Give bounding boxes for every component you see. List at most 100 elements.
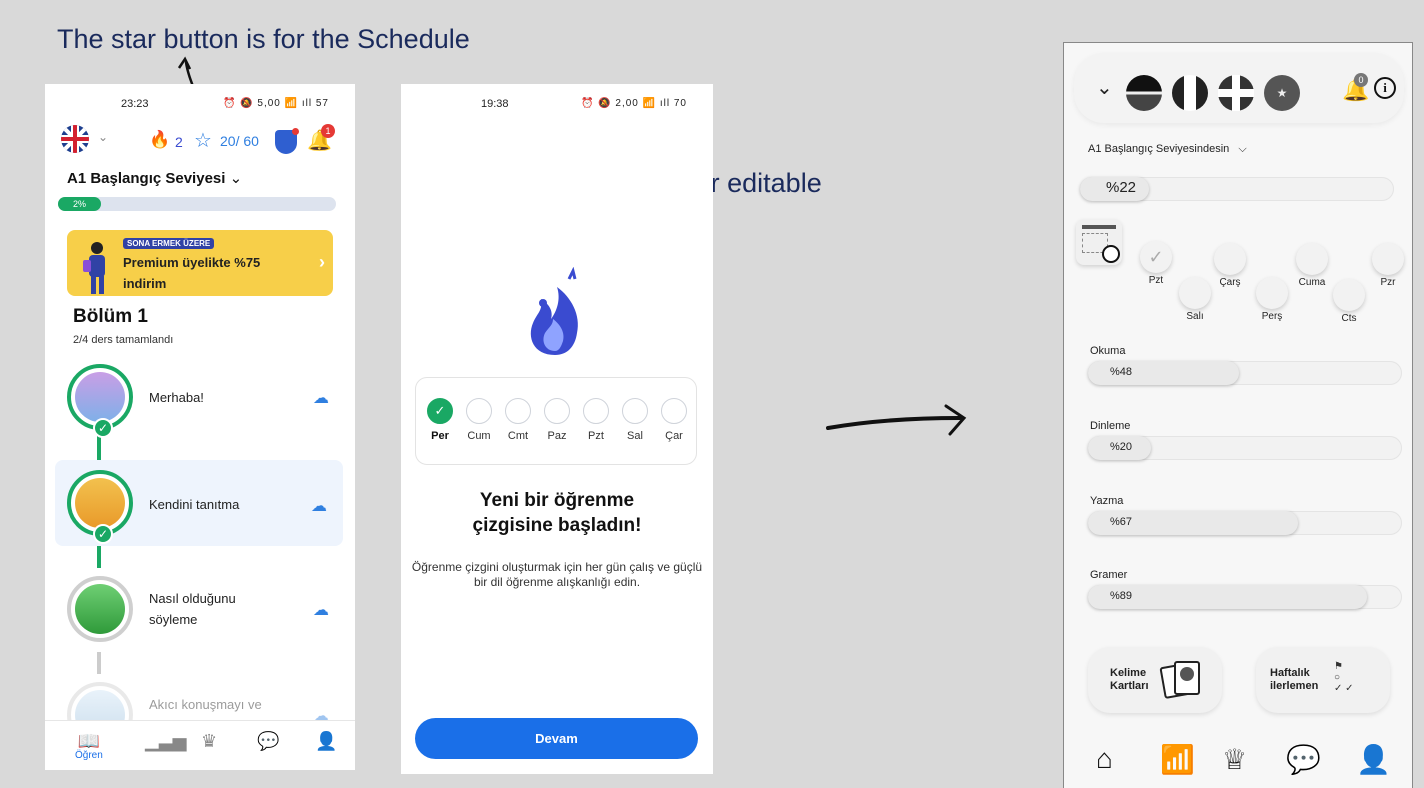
skill-progress-value: %48: [1110, 366, 1133, 378]
france-flag-icon[interactable]: [1172, 75, 1208, 111]
day-label: Cts: [1341, 313, 1357, 324]
cloud-download-icon[interactable]: ☁: [313, 388, 329, 408]
info-icon[interactable]: i: [1374, 77, 1396, 99]
day-item-pers: Perş: [1256, 277, 1288, 322]
day-label: Cmt: [507, 430, 529, 442]
cloud-download-icon[interactable]: ☁: [311, 496, 327, 516]
route-flag-icon: ⚑ ○ ✓ ✓: [1334, 661, 1354, 694]
day-label: Sal: [627, 430, 643, 442]
lesson-item[interactable]: Nasıl olduğunu söyleme ☁: [45, 574, 355, 652]
day-item-cts: Cts: [1333, 279, 1365, 324]
phone-screen-redesign: ⌄ ★ 🔔 0 i A1 Başlangıç Seviyesindesin ⌵ …: [1063, 42, 1413, 788]
lesson-name: Nasıl olduğunu söyleme: [149, 591, 236, 627]
weekly-progress-button[interactable]: Haftalık ilerlemen ⚑ ○ ✓ ✓: [1256, 647, 1390, 713]
status-time: 19:38: [481, 98, 509, 110]
day-item: ✓ Per: [426, 398, 454, 442]
level-title-row[interactable]: A1 Başlangıç Seviyesindesin ⌵: [1088, 143, 1247, 156]
chat-icon[interactable]: 💬: [1286, 743, 1321, 776]
chevron-down-icon: ⌵: [1238, 143, 1247, 155]
skill-progress-bar: %67: [1088, 511, 1402, 535]
day-item-cars: Çarş: [1214, 243, 1246, 288]
continue-button[interactable]: Devam: [415, 718, 698, 759]
day-label: Pzr: [1380, 277, 1396, 288]
day-item: Paz: [543, 398, 571, 442]
growth-chart-icon[interactable]: 📶: [1160, 743, 1195, 776]
phone-screen-streak: 19:38 ⏰ 🔕 2,00 📶 ıll 70 ✓ Per Cum Cmt Paz…: [401, 84, 713, 774]
phone-screen-home: 23:23 ⏰ 🔕 5,00 📶 ıll 57 ⌄ 🔥 2 ☆ 20/ 60 🔔…: [45, 84, 355, 770]
promo-badge: SONA ERMEK ÜZERE: [123, 238, 215, 249]
stats-icon[interactable]: ▁▃▅: [145, 731, 187, 752]
lesson-avatar: ✓: [67, 364, 133, 438]
day-label: Per: [431, 430, 449, 442]
day-label: Salı: [1186, 311, 1204, 322]
home-icon[interactable]: ⌂: [1096, 743, 1113, 775]
day-label: Cuma: [1298, 277, 1326, 288]
level-title: A1 Başlangıç Seviyesi: [67, 170, 226, 187]
chevron-down-icon[interactable]: ⌄: [1096, 75, 1113, 100]
word-cards-label: Kelime Kartları: [1110, 667, 1149, 692]
lesson-name: Merhaba!: [149, 390, 204, 405]
level-title-row[interactable]: A1 Başlangıç Seviyesi ⌄: [67, 169, 242, 187]
weekly-progress-label: Haftalık ilerlemen: [1270, 667, 1319, 692]
lesson-item[interactable]: ✓ Merhaba! ☁: [45, 362, 355, 438]
lesson-item[interactable]: Akıcı konuşmayı ve ☁: [45, 680, 355, 748]
section-subtitle: 2/4 ders tamamlandı: [73, 334, 174, 346]
streak-count: 2: [175, 134, 183, 150]
nav-learn-label: Öğren: [75, 750, 103, 761]
check-icon: ✓: [427, 398, 453, 424]
check-icon: ✓: [93, 418, 113, 438]
day-label: Paz: [547, 430, 567, 442]
star-schedule-icon[interactable]: ☆: [194, 128, 212, 153]
check-icon: ✓: [1140, 241, 1172, 273]
crown-icon[interactable]: ♛: [201, 731, 217, 752]
day-label: Cum: [467, 430, 491, 442]
skill-progress-bar: %48: [1088, 361, 1402, 385]
check-icon: ✓: [93, 524, 113, 544]
skill-progress-bar: %89: [1088, 585, 1402, 609]
skill-progress-value: %20: [1110, 441, 1133, 453]
bottom-nav: 📖 Öğren ▁▃▅ ♛ 💬 👤: [45, 720, 355, 770]
weekday-streak-box: ✓ Per Cum Cmt Paz Pzt Sal Çar: [415, 377, 697, 465]
day-item-pzt: ✓ Pzt: [1140, 241, 1172, 286]
notification-badge: 0: [1354, 73, 1368, 87]
calendar-icon[interactable]: [1076, 219, 1122, 265]
nav-learn[interactable]: 📖 Öğren: [75, 731, 103, 761]
notification-badge: 1: [321, 124, 335, 138]
person-illustration-icon: [83, 242, 105, 294]
language-selector[interactable]: [61, 125, 89, 153]
lesson-name: Akıcı konuşmayı ve: [149, 697, 262, 712]
path-connector: [97, 652, 101, 674]
china-flag-icon[interactable]: ★: [1264, 75, 1300, 111]
level-progress-fill: 2%: [58, 197, 101, 211]
skill-label: Yazma: [1090, 495, 1124, 507]
premium-promo-banner[interactable]: SONA ERMEK ÜZERE Premium üyelikte %75 in…: [67, 230, 333, 296]
germany-flag-icon[interactable]: [1126, 75, 1162, 111]
chat-icon[interactable]: 💬: [257, 731, 279, 752]
skill-label: Dinleme: [1090, 420, 1131, 432]
skill-progress-value: %89: [1110, 590, 1133, 602]
overall-progress-value: %22: [1106, 179, 1137, 196]
word-cards-button[interactable]: Kelime Kartları: [1088, 647, 1222, 713]
day-item: Sal: [621, 398, 649, 442]
chevron-down-icon[interactable]: ⌄: [98, 130, 108, 144]
streak-fire-icon[interactable]: 🔥: [149, 130, 170, 150]
day-label: Perş: [1261, 311, 1283, 322]
uk-flag-icon[interactable]: [1218, 75, 1254, 111]
lesson-avatar: ✓: [67, 470, 133, 544]
streak-description: Öğrenme çizgini oluşturmak için her gün …: [411, 560, 703, 589]
top-bar-card: ⌄ ★ 🔔 0 i: [1074, 53, 1404, 123]
skill-label: Okuma: [1090, 345, 1126, 357]
skill-label: Gramer: [1090, 569, 1128, 581]
shield-icon[interactable]: [275, 128, 299, 154]
stars-count: 20/ 60: [220, 133, 259, 149]
cloud-download-icon[interactable]: ☁: [313, 600, 329, 620]
profile-icon[interactable]: 👤: [315, 731, 337, 752]
crown-icon[interactable]: ♕: [1222, 743, 1247, 776]
level-progress-bar: 2%: [58, 197, 336, 211]
day-label: Pzt: [588, 430, 604, 442]
profile-icon[interactable]: 👤: [1356, 743, 1391, 776]
status-icons: ⏰ 🔕 2,00 📶 ıll 70: [580, 98, 687, 109]
day-item-cuma: Cuma: [1296, 243, 1328, 288]
chevron-down-icon: ⌄: [229, 170, 243, 187]
lesson-item[interactable]: ✓ Kendini tanıtma ☁: [55, 460, 343, 546]
